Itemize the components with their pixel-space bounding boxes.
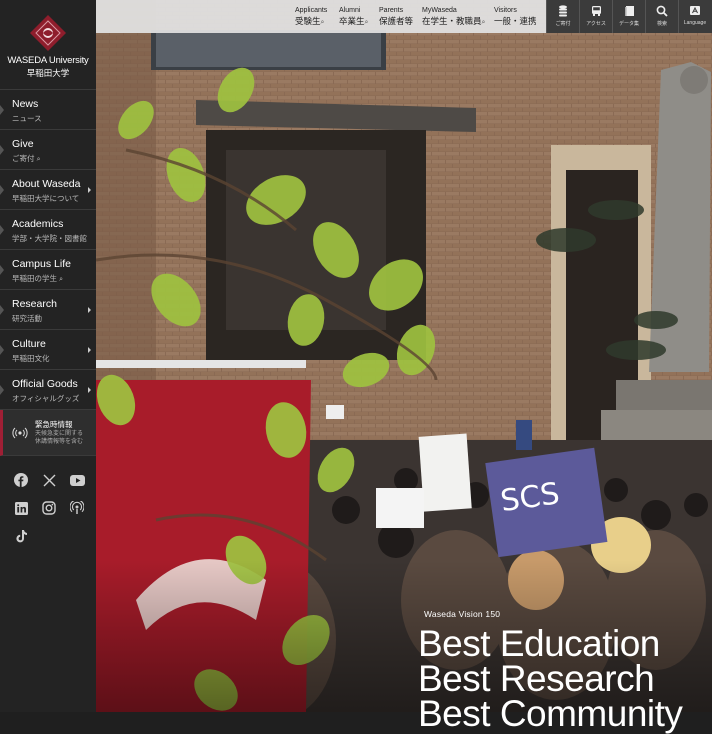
coins-icon [559,5,567,17]
utility-label: 検索 [656,21,667,27]
sidebar-item-sublabel: 早稲田の学生 [12,274,57,283]
sidebar-item-label: Academics [12,218,64,230]
sidebar-item-sublabel: 早稲田文化 [12,354,50,363]
sidebar-item-campus-life[interactable]: Campus Life 早稲田の学生 ⌕ [0,250,96,290]
sidebar-item-label: Culture [12,338,46,350]
topnav-item-applicants[interactable]: Applicants 受験生⌕ [295,6,327,29]
sidebar-item-official-goods[interactable]: Official Goods オフィシャルグッズ [0,370,96,410]
podcast-icon[interactable] [67,498,87,518]
slogan-line: Best Community [418,693,683,734]
utility-search[interactable]: 検索 [645,0,678,33]
linkedin-icon[interactable] [11,498,31,518]
waseda-crest-icon [30,15,66,51]
topnav-item-sublabel: 在学生・教職員 [422,16,482,26]
sidebar-item-sublabel: 早稲田大学について [12,194,80,203]
topnav-item-mywaseda[interactable]: MyWaseda 在学生・教職員⌕ [422,6,485,29]
emergency-line2: 休講情報等を含む [35,439,84,445]
social-links [0,456,96,546]
sidebar-item-label: News [12,98,39,110]
search-icon [656,5,668,17]
emergency-line1: 天候急変に関する [35,431,84,437]
topnav-item-label: Parents [379,7,404,14]
utility-toolbar: ご寄付 アクセス データ集 検索 Language [546,0,712,33]
external-link-icon: ⌕ [36,156,41,163]
external-link-icon: ⌕ [320,19,325,26]
logo-name-en: WASEDA University [7,55,89,66]
topnav-item-sublabel: 卒業生 [339,16,365,26]
instagram-icon[interactable] [39,498,59,518]
topnav-item-label: Alumni [339,7,361,14]
emergency-info-link[interactable]: 緊急時情報 天候急変に関する 休講情報等を含む [0,410,96,456]
sidebar-item-sublabel: ニュース [12,114,42,123]
sidebar-item-research[interactable]: Research 研究活動 [0,290,96,330]
sidebar: WASEDA University 早稲田大学 News ニュース Give ご… [0,0,96,712]
sidebar-item-label: Give [12,138,34,150]
topnav-item-sublabel: 保護者等 [379,16,414,26]
utility-label: ご寄付 [555,21,571,27]
chevron-right-icon [88,387,91,393]
sidebar-item-label: About Waseda [12,178,81,190]
campus-photo: SCS [96,0,712,712]
sidebar-item-sublabel: ご寄付 [12,154,35,163]
hero-image: SCS [96,0,712,712]
utility-label: データ集 [618,21,639,27]
utility-language[interactable]: Language [678,0,711,33]
topnav-item-label: Visitors [494,7,517,14]
facebook-icon[interactable] [11,470,31,490]
sidebar-item-sublabel: 研究活動 [12,314,42,323]
topnav-item-alumni[interactable]: Alumni 卒業生⌕ [339,6,368,29]
utility-give[interactable]: ご寄付 [546,0,579,33]
slogan-line: Best Research [418,658,655,699]
chevron-right-icon [88,347,91,353]
hero-slogan: Best Education Best Research Best Commun… [418,623,683,734]
sidebar-item-sublabel: オフィシャルグッズ [12,394,80,403]
sidebar-item-give[interactable]: Give ご寄付 ⌕ [0,130,96,170]
utility-label: アクセス [586,21,606,27]
sidebar-item-sublabel: 学部・大学院・図書館 [12,234,87,243]
emergency-title: 緊急時情報 [35,420,73,429]
book-icon [624,6,634,16]
utility-label: Language [683,20,707,26]
broadcast-icon [11,427,29,439]
topnav-item-parents[interactable]: Parents 保護者等 [379,6,413,27]
sidebar-item-label: Research [12,298,57,310]
x-icon[interactable] [39,470,59,490]
topnav-item-visitors[interactable]: Visitors 一般・連携 [494,6,537,27]
utility-data[interactable]: データ集 [612,0,645,33]
external-link-icon: ⌕ [481,19,486,26]
topnav-item-label: MyWaseda [422,7,457,14]
sidebar-item-label: Campus Life [12,258,71,270]
utility-access[interactable]: アクセス [579,0,612,33]
external-link-icon: ⌕ [364,19,369,26]
sidebar-item-academics[interactable]: Academics 学部・大学院・図書館 [0,210,96,250]
top-navigation: Applicants 受験生⌕ Alumni 卒業生⌕ Parents 保護者等… [96,0,712,33]
topnav-item-sublabel: 受験生 [295,16,321,26]
sidebar-item-culture[interactable]: Culture 早稲田文化 [0,330,96,370]
youtube-icon[interactable] [67,470,87,490]
slogan-line: Best Education [418,623,660,664]
topnav-item-sublabel: 一般・連携 [494,16,537,26]
university-logo[interactable]: WASEDA University 早稲田大学 [0,0,96,90]
tiktok-icon[interactable] [11,526,31,546]
external-link-icon: ⌕ [59,276,64,283]
chevron-right-icon [88,187,91,193]
chevron-right-icon [88,307,91,313]
bus-icon [591,6,601,16]
topnav-item-label: Applicants [295,7,328,14]
vision-label: Waseda Vision 150 [424,609,501,619]
sidebar-item-about[interactable]: About Waseda 早稲田大学について [0,170,96,210]
sidebar-item-news[interactable]: News ニュース [0,90,96,130]
logo-name-ja: 早稲田大学 [26,68,70,78]
sidebar-item-label: Official Goods [12,378,78,390]
language-icon [690,6,700,15]
